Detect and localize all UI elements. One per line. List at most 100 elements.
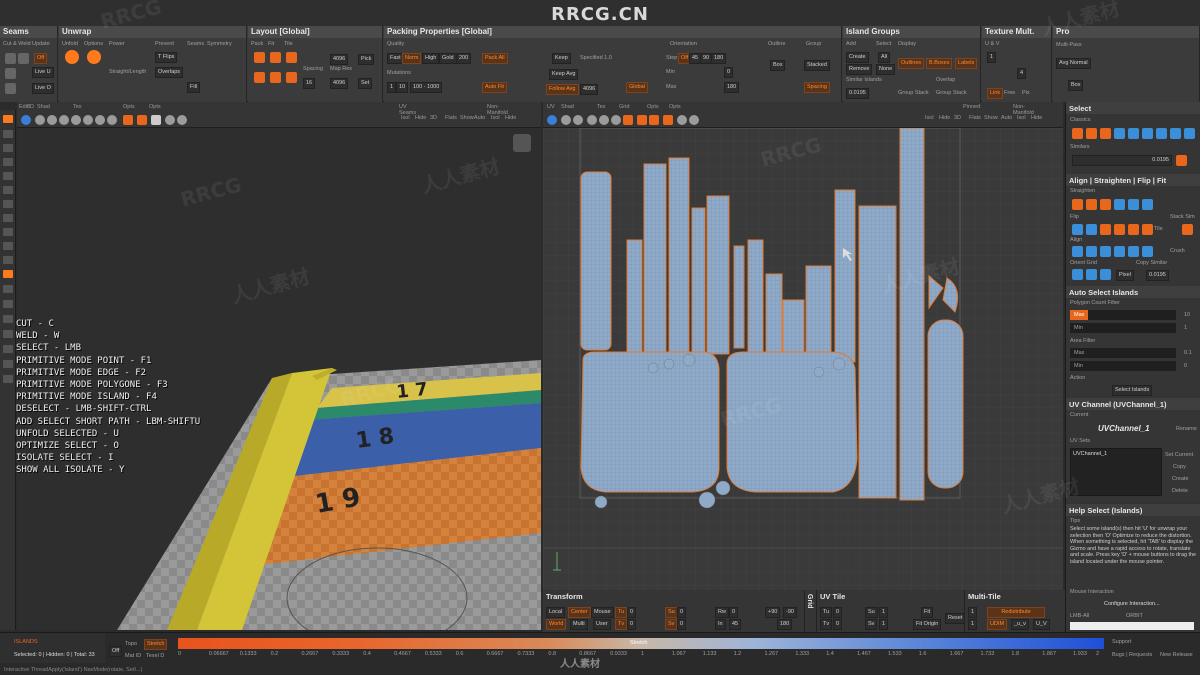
align-icon[interactable] <box>1100 246 1111 257</box>
center-button[interactable]: Center <box>568 607 591 618</box>
align-icon[interactable] <box>1142 246 1153 257</box>
tv-field[interactable]: 0 <box>627 619 637 630</box>
rotate-180-button[interactable]: 180 <box>777 619 793 630</box>
tool-icon[interactable] <box>3 130 13 138</box>
gizmo-icon[interactable] <box>649 115 659 125</box>
seams-off-button[interactable]: Off <box>34 53 48 64</box>
support-link[interactable]: Support <box>1112 639 1131 645</box>
tool-icon[interactable] <box>3 330 13 338</box>
uv-island[interactable] <box>668 157 690 355</box>
copy-button[interactable]: Copy <box>1173 464 1186 470</box>
tool-icon[interactable] <box>3 186 13 194</box>
udim-button[interactable]: UDIM <box>987 619 1008 630</box>
uv-island[interactable] <box>643 163 667 355</box>
fit2-icon[interactable] <box>270 72 281 83</box>
reset-button[interactable]: Reset <box>945 613 966 624</box>
unfold-icon[interactable] <box>65 50 79 64</box>
select-none-button[interactable]: None <box>876 64 896 75</box>
live-o-button[interactable]: Live O <box>32 83 54 94</box>
uv-island[interactable] <box>747 239 764 353</box>
max-slider[interactable] <box>1070 310 1176 320</box>
new-release-link[interactable]: New Release <box>1160 652 1193 658</box>
follow-avg-button[interactable]: Follow Avg <box>546 84 579 95</box>
create-button[interactable]: Create <box>1172 476 1189 482</box>
area-max-slider[interactable] <box>1070 348 1176 358</box>
spacing-field[interactable]: 16 <box>303 78 316 89</box>
tool-icon[interactable] <box>3 172 13 180</box>
rw-field[interactable]: 0 <box>729 607 739 618</box>
configure-interaction-button[interactable]: Configure Interaction... <box>1104 601 1160 607</box>
deselect-icon[interactable] <box>1072 128 1083 139</box>
in-field[interactable]: 45 <box>729 619 742 630</box>
rotate-minus90-button[interactable]: -90 <box>783 607 797 618</box>
link-button[interactable]: Link <box>987 88 1004 99</box>
pro-box-button[interactable]: Box <box>1068 80 1084 91</box>
auto-fit-button[interactable]: Auto Fit <box>482 82 507 93</box>
similars-icon[interactable] <box>1176 155 1187 166</box>
pack-icon[interactable] <box>254 52 265 63</box>
world-button[interactable]: World <box>546 619 567 630</box>
tool-icon[interactable] <box>3 228 13 236</box>
uv-island[interactable] <box>733 245 745 349</box>
texture-icon[interactable] <box>95 115 105 125</box>
uv-island[interactable] <box>726 351 858 493</box>
select-icon[interactable] <box>1142 128 1153 139</box>
fit-icon[interactable] <box>1114 224 1125 235</box>
option-icon[interactable] <box>177 115 187 125</box>
tool-icon[interactable] <box>3 200 13 208</box>
tool-icon[interactable] <box>3 270 13 278</box>
tool-icon[interactable] <box>3 345 13 353</box>
tool-icon[interactable] <box>3 242 13 250</box>
stretch-button[interactable]: Stretch <box>144 639 168 650</box>
texture-icon[interactable] <box>83 115 93 125</box>
uv-island[interactable] <box>858 205 897 499</box>
map-res-u-field[interactable]: 4096 <box>330 54 349 65</box>
tool-icon[interactable] <box>3 360 13 368</box>
select-icon[interactable] <box>1100 128 1111 139</box>
seams-tool2-icon[interactable] <box>5 83 16 94</box>
texture-icon[interactable] <box>587 115 597 125</box>
fit-icon[interactable] <box>1142 224 1153 235</box>
gizmo-icon[interactable] <box>137 115 147 125</box>
light-icon[interactable] <box>151 115 161 125</box>
uv-island[interactable] <box>927 319 964 489</box>
gizmo-icon[interactable] <box>123 115 133 125</box>
pick-button[interactable]: Pick <box>358 54 375 65</box>
select-icon[interactable] <box>1184 128 1195 139</box>
uv-island[interactable] <box>899 128 925 501</box>
remove-button[interactable]: Remove <box>846 64 873 75</box>
create-button[interactable]: Create <box>846 52 869 63</box>
fit-icon[interactable] <box>1100 224 1111 235</box>
rename-button[interactable]: Rename <box>1176 426 1197 432</box>
tool-icon[interactable] <box>3 214 13 222</box>
mutations-min-field[interactable]: 1 <box>387 82 397 93</box>
weld-icon[interactable] <box>18 53 29 64</box>
mouse-button[interactable]: Mouse <box>591 607 614 618</box>
su-field[interactable]: 0 <box>677 607 687 618</box>
straighten-icon[interactable] <box>1072 199 1083 210</box>
texture-icon[interactable] <box>599 115 609 125</box>
flip-icon[interactable] <box>1086 224 1097 235</box>
tile-fit-button[interactable]: Fit <box>921 607 934 618</box>
pixel-button[interactable]: Pixel <box>1116 270 1134 281</box>
uv-island[interactable] <box>834 189 856 363</box>
mutations-range-field[interactable]: 100 - 1000 <box>410 82 443 93</box>
quality-high-button[interactable]: High <box>422 53 440 64</box>
tool-icon[interactable] <box>3 315 13 323</box>
orient-icon[interactable] <box>1072 269 1083 280</box>
grid-icon[interactable] <box>623 115 633 125</box>
shading-icon[interactable] <box>35 115 45 125</box>
shading-icon[interactable] <box>573 115 583 125</box>
uv-island[interactable] <box>580 171 612 351</box>
straighten-icon[interactable] <box>1142 199 1153 210</box>
min-slider[interactable] <box>1070 323 1176 333</box>
tex-mult-v-field[interactable]: 4 <box>1017 68 1027 79</box>
quality-norm-button[interactable]: Norm <box>402 53 422 64</box>
pack2-icon[interactable] <box>254 72 265 83</box>
option-icon[interactable] <box>689 115 699 125</box>
spacing-button[interactable]: Spacing <box>804 82 830 93</box>
tile-icon[interactable] <box>286 52 297 63</box>
orient-max-field[interactable]: 180 <box>724 82 740 93</box>
uv-island[interactable] <box>691 207 706 353</box>
multi-tile-u-field[interactable]: 1 <box>968 607 978 618</box>
